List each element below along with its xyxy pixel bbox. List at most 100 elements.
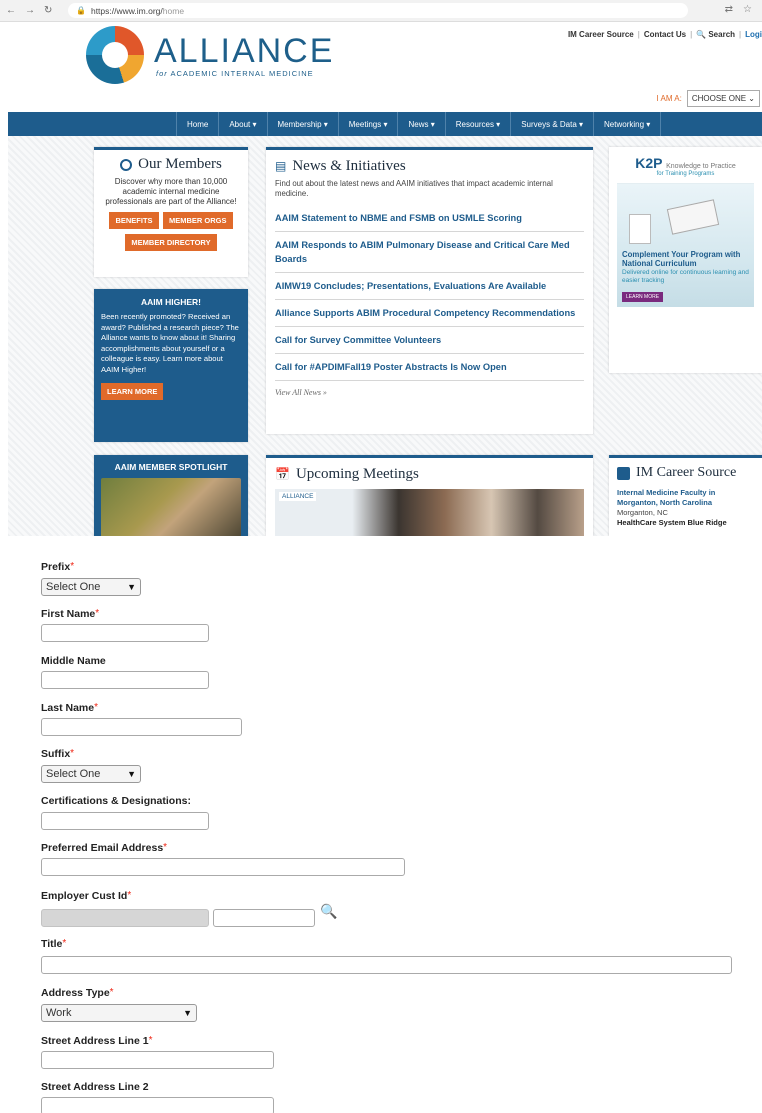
career-title-text: IM Career Source [636, 465, 737, 480]
required-marker: * [94, 702, 99, 713]
employer-label-text: Employer Cust Id [41, 890, 128, 902]
required-marker: * [163, 842, 168, 853]
first-name-input[interactable] [41, 624, 209, 642]
title-input[interactable] [41, 956, 732, 974]
url-path: home [162, 5, 185, 16]
prefix-select[interactable]: Select One ▼ [41, 578, 141, 596]
calendar-icon: 📅 [275, 467, 290, 481]
browser-toolbar: ← → ↻ 🔒 https://www.im.org/home ⇄ ☆ [0, 0, 762, 22]
nav-surveys[interactable]: Surveys & Data ▾ [511, 112, 595, 136]
tablet-image [666, 199, 720, 235]
news-item[interactable]: Call for Survey Committee Volunteers [275, 327, 584, 354]
book-image [629, 214, 651, 244]
last-name-label-text: Last Name [41, 702, 95, 714]
certifications-input[interactable] [41, 812, 209, 830]
translate-icon[interactable]: ⇄ [725, 4, 733, 15]
nav-home[interactable]: Home [176, 112, 220, 136]
news-list: AAIM Statement to NBME and FSMB on USMLE… [275, 205, 584, 381]
member-directory-button[interactable]: MEMBER DIRECTORY [125, 234, 217, 251]
logo-subtitle: for ACADEMIC INTERNAL MEDICINE [156, 69, 334, 78]
members-circle-icon [120, 158, 133, 171]
website-homepage: ALLIANCE for ACADEMIC INTERNAL MEDICINE … [0, 22, 762, 536]
chevron-down-icon: ▼ [183, 1008, 192, 1018]
required-marker: * [109, 987, 114, 998]
nav-membership[interactable]: Membership ▾ [268, 112, 339, 136]
nav-meetings[interactable]: Meetings ▾ [339, 112, 399, 136]
middle-name-input[interactable] [41, 671, 209, 689]
last-name-label: Last Name* [41, 702, 98, 714]
nav-about[interactable]: About ▾ [219, 112, 268, 136]
alliance-logo[interactable]: ALLIANCE for ACADEMIC INTERNAL MEDICINE [86, 26, 334, 84]
logo-subtitle-text: ACADEMIC INTERNAL MEDICINE [170, 68, 314, 78]
chevron-down-icon: ⌄ [748, 94, 755, 103]
ad-description: Delivered online for continuous learning… [622, 269, 749, 284]
main-navigation: Home About ▾ Membership ▾ Meetings ▾ New… [8, 112, 762, 136]
suffix-value: Select One [46, 768, 101, 780]
link-career-source[interactable]: IM Career Source [568, 30, 634, 39]
street2-input[interactable] [41, 1097, 274, 1113]
email-input[interactable] [41, 858, 405, 876]
address-bar[interactable]: 🔒 https://www.im.org/home [68, 3, 688, 18]
street1-label-text: Street Address Line 1 [41, 1035, 149, 1047]
street1-input[interactable] [41, 1051, 274, 1069]
nav-resources[interactable]: Resources ▾ [446, 112, 512, 136]
k2p-advertisement[interactable]: K2P Knowledge to Practice for Training P… [609, 147, 762, 373]
spotlight-photo[interactable] [101, 478, 241, 536]
address-type-value: Work [46, 1007, 72, 1019]
address-type-select[interactable]: Work ▼ [41, 1004, 197, 1022]
ad-learn-more-button[interactable]: LEARN MORE [622, 292, 664, 302]
meetings-title: 📅 Upcoming Meetings [275, 466, 584, 483]
benefits-button[interactable]: BENEFITS [109, 212, 159, 229]
prefix-label: Prefix* [41, 561, 74, 573]
member-registration-form: Prefix* Select One ▼ First Name* Middle N… [0, 536, 762, 1113]
middle-name-label: Middle Name [41, 655, 106, 667]
news-item[interactable]: AAIM Responds to ABIM Pulmonary Disease … [275, 232, 584, 273]
search-icon[interactable]: 🔍 [320, 903, 337, 920]
required-marker: * [95, 608, 100, 619]
logo-for: for [156, 68, 168, 78]
career-title: IM Career Source [617, 465, 754, 481]
learn-more-button[interactable]: LEARN MORE [101, 383, 164, 400]
employer-cust-id-input[interactable] [213, 909, 315, 927]
link-contact-us[interactable]: Contact Us [644, 30, 686, 39]
bookmark-star-icon[interactable]: ☆ [743, 4, 752, 15]
prefix-value: Select One [46, 581, 101, 593]
nav-news[interactable]: News ▾ [398, 112, 446, 136]
view-all-news-link[interactable]: View All News » [275, 388, 584, 397]
link-login[interactable]: Logi [745, 30, 762, 39]
meetings-banner-image[interactable]: ALLIANCE [275, 489, 584, 536]
back-icon[interactable]: ← [6, 5, 16, 16]
audience-label: I AM A: [656, 94, 682, 103]
news-item[interactable]: Alliance Supports ABIM Procedural Compet… [275, 300, 584, 327]
employer-id-display [41, 909, 209, 927]
reload-icon[interactable]: ↻ [44, 5, 52, 16]
job-link[interactable]: Internal Medicine Faculty in Morganton, … [617, 488, 754, 508]
news-title-text: News & Initiatives [292, 158, 406, 174]
search-icon: 🔍 [696, 30, 707, 39]
forward-icon[interactable]: → [25, 5, 35, 16]
last-name-input[interactable] [41, 718, 242, 736]
our-members-card: Our Members Discover why more than 10,00… [94, 147, 248, 277]
newspaper-icon: ▤ [275, 159, 287, 173]
suffix-select[interactable]: Select One ▼ [41, 765, 141, 783]
email-label: Preferred Email Address* [41, 842, 167, 854]
first-name-label-text: First Name [41, 608, 96, 620]
higher-description: Been recently promoted? Received an awar… [101, 312, 239, 374]
news-item[interactable]: AAIM Statement to NBME and FSMB on USMLE… [275, 205, 584, 232]
link-search-label: Search [708, 30, 736, 39]
nav-networking[interactable]: Networking ▾ [594, 112, 662, 136]
news-item[interactable]: AIMW19 Concludes; Presentations, Evaluat… [275, 273, 584, 300]
address-type-label: Address Type* [41, 987, 114, 999]
title-label-text: Title [41, 938, 63, 950]
chevron-down-icon: ▼ [127, 769, 136, 779]
meetings-title-text: Upcoming Meetings [295, 466, 419, 482]
required-marker: * [148, 1035, 153, 1046]
audience-dropdown[interactable]: CHOOSE ONE ⌄ [686, 90, 760, 107]
member-orgs-button[interactable]: MEMBER ORGS [163, 212, 233, 229]
employer-label: Employer Cust Id* [41, 890, 131, 902]
required-marker: * [70, 561, 75, 572]
lock-icon: 🔒 [76, 6, 86, 15]
link-search[interactable]: 🔍 Search [696, 30, 735, 39]
street2-label: Street Address Line 2 [41, 1081, 149, 1093]
news-item[interactable]: Call for #APDIMFall19 Poster Abstracts I… [275, 354, 584, 381]
